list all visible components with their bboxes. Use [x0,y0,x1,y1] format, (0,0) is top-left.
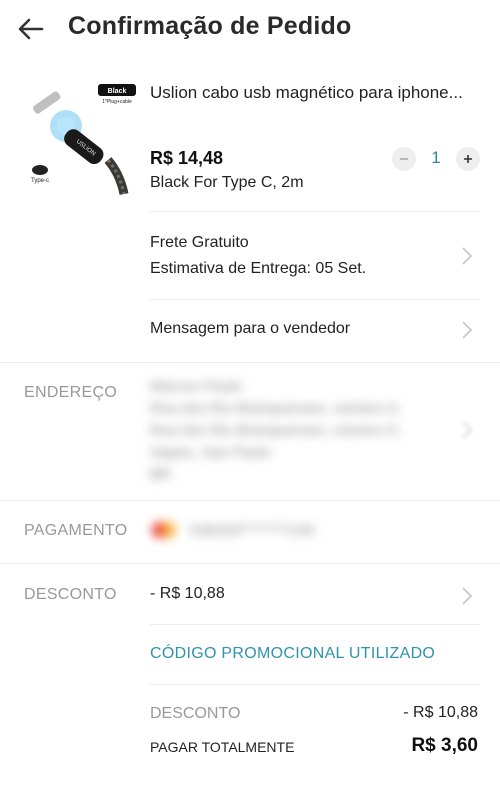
promo-code-link[interactable]: CÓDIGO PROMOCIONAL UTILIZADO [150,645,435,663]
product-variant: Black For Type C, 2m [150,174,304,191]
divider [150,684,480,685]
product-image-tag: Black [108,88,127,95]
total-value: R$ 3,60 [411,735,478,756]
decrease-quantity-button[interactable] [392,147,416,171]
quantity-value: 1 [431,148,441,167]
chevron-right-icon [460,420,474,440]
summary-discount-value: - R$ 10,88 [403,704,478,721]
product-name[interactable]: Uslion cabo usb magnético para iphone... [150,83,480,103]
plus-icon [464,155,472,163]
product-image-type: Type-c [31,178,49,184]
payment-label: PAGAMENTO [24,522,128,539]
product-image-subtag: 1*Plug+cable [102,99,132,105]
address-text[interactable]: Marcos Paulo Rua dos Rio Branquenses, nú… [150,376,450,486]
seller-message-row[interactable]: Mensagem para o vendedor [150,304,480,358]
discount-label: DESCONTO [24,586,117,603]
header: Confirmação de Pedido [0,0,500,60]
mastercard-icon [152,522,176,538]
seller-message-label: Mensagem para o vendedor [150,320,351,337]
shipping-label: Frete Gratuito [150,234,249,251]
address-line: Sapeo, Sao Paulo [150,444,271,461]
arrow-left-icon[interactable] [16,16,46,42]
address-line: BR [150,466,171,483]
quantity-stepper: 1 [392,146,480,172]
address-label: ENDEREÇO [24,384,118,401]
card-number: 536329*******7135 [190,522,315,539]
shipping-row[interactable]: Frete Gratuito Estimativa de Entrega: 05… [150,224,480,288]
payment-method[interactable]: 536329*******7135 [150,520,470,544]
divider [0,500,500,501]
increase-quantity-button[interactable] [456,147,480,171]
product-price: R$ 14,48 [150,148,224,168]
chevron-right-icon [460,246,474,266]
address-line: Rua dos Rio Branquenses, número 0, [150,422,401,439]
product-image: Black 1*Plug+cable USLION Type-c [24,78,140,196]
divider [150,299,480,300]
address-line: Rua dos Rio Branquenses, número 0, [150,400,401,417]
divider [150,624,480,625]
delivery-estimate: Estimativa de Entrega: 05 Set. [150,260,367,277]
divider [0,362,500,363]
divider [150,211,480,212]
divider [0,563,500,564]
minus-icon [400,158,408,160]
chevron-right-icon[interactable] [460,586,474,606]
summary-discount-label: DESCONTO [150,705,241,722]
discount-value: - R$ 10,88 [150,585,225,602]
address-line: Marcos Paulo [150,378,242,395]
total-label: PAGAR TOTALMENTE [150,739,295,755]
page-title: Confirmação de Pedido [68,12,352,40]
chevron-right-icon [460,320,474,340]
